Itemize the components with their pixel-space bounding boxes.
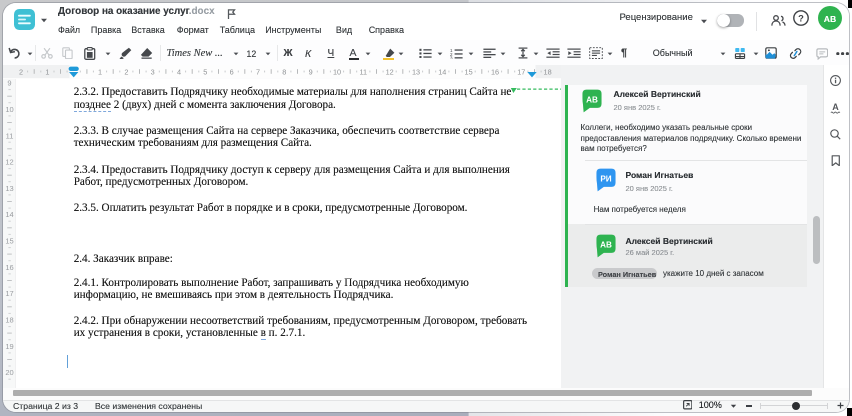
svg-text:2: 2 xyxy=(19,68,23,77)
svg-text:3: 3 xyxy=(450,55,453,59)
svg-text:15: 15 xyxy=(465,68,473,77)
svg-text:АВ: АВ xyxy=(600,240,612,249)
svg-text:2: 2 xyxy=(124,68,128,77)
svg-text:6: 6 xyxy=(230,68,234,77)
svg-text:17: 17 xyxy=(517,68,525,77)
svg-text:9: 9 xyxy=(7,79,11,88)
svg-text:14: 14 xyxy=(438,68,446,77)
svg-text:19: 19 xyxy=(5,342,13,351)
svg-text:9: 9 xyxy=(309,68,313,77)
svg-text:A: A xyxy=(832,102,839,112)
svg-text:?: ? xyxy=(798,12,804,23)
svg-text:АВ: АВ xyxy=(586,95,598,104)
svg-text:5: 5 xyxy=(203,68,207,77)
svg-text:3: 3 xyxy=(151,68,155,77)
svg-text:13: 13 xyxy=(5,184,13,193)
svg-text:12: 12 xyxy=(386,68,394,77)
svg-text:12: 12 xyxy=(5,158,13,167)
svg-text:1: 1 xyxy=(45,68,49,77)
svg-text:18: 18 xyxy=(5,316,13,325)
svg-text:10: 10 xyxy=(5,105,13,114)
svg-text:18: 18 xyxy=(544,68,552,77)
svg-text:14: 14 xyxy=(5,210,13,219)
svg-text:1: 1 xyxy=(98,68,102,77)
svg-text:РИ: РИ xyxy=(600,174,611,183)
svg-text:20: 20 xyxy=(5,368,13,377)
svg-text:4: 4 xyxy=(177,68,181,77)
svg-text:16: 16 xyxy=(5,263,13,272)
svg-text:16: 16 xyxy=(491,68,499,77)
svg-text:10: 10 xyxy=(333,68,341,77)
svg-text:11: 11 xyxy=(360,68,368,77)
svg-text:7: 7 xyxy=(256,68,260,77)
svg-text:17: 17 xyxy=(5,289,13,298)
svg-text:11: 11 xyxy=(6,131,14,140)
svg-text:13: 13 xyxy=(412,68,420,77)
svg-text:15: 15 xyxy=(5,237,13,246)
svg-text:8: 8 xyxy=(282,68,286,77)
